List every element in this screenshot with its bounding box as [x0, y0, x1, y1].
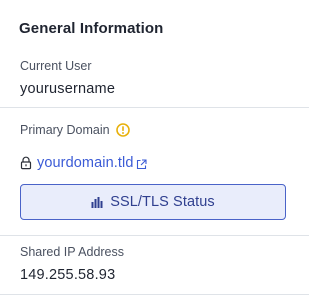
external-link-icon[interactable] — [136, 158, 147, 170]
shared-ip-value: 149.255.58.93 — [20, 267, 116, 283]
primary-domain-section: Primary Domain yourdomain.tld SSL/TLS St… — [0, 122, 309, 234]
ssl-tls-status-label: SSL/TLS Status — [110, 194, 215, 210]
shared-ip-label: Shared IP Address — [20, 245, 125, 259]
divider — [0, 294, 309, 295]
bar-chart-icon — [91, 196, 103, 208]
divider — [0, 107, 309, 108]
ssl-tls-status-button[interactable]: SSL/TLS Status — [20, 184, 286, 220]
shared-ip-section: Shared IP Address 149.255.58.93 — [0, 244, 309, 294]
panel-title: General Information — [19, 20, 164, 37]
current-user-section: Current User yourusername — [0, 58, 309, 106]
primary-domain-link[interactable]: yourdomain.tld — [37, 155, 134, 171]
primary-domain-label: Primary Domain — [20, 123, 110, 137]
primary-domain-link-row: yourdomain.tld — [20, 153, 309, 173]
current-user-label: Current User — [20, 59, 92, 73]
warning-circle-icon[interactable] — [115, 123, 130, 137]
primary-domain-label-row: Primary Domain — [20, 122, 309, 138]
general-information-panel: General Information Current User youruse… — [0, 0, 309, 300]
current-user-value: yourusername — [20, 81, 116, 97]
divider — [0, 235, 309, 236]
lock-icon — [20, 156, 32, 170]
